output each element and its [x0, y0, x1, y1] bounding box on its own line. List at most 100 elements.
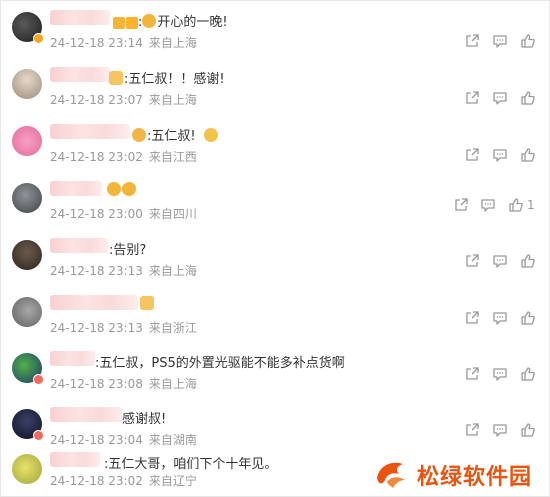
comment-item: : 开心的一晚! 24-12-18 23:14 来自上海	[1, 1, 550, 58]
username-redacted[interactable]	[50, 238, 108, 253]
share-icon[interactable]	[464, 422, 480, 438]
comment-meta: 24-12-18 23:02 来自江西	[50, 148, 197, 165]
watermark-text: 松绿软件园	[417, 465, 533, 490]
emoji-icon	[122, 182, 136, 196]
watermark-logo-icon	[377, 462, 405, 488]
comment-meta: 24-12-18 23:13 来自上海	[50, 262, 197, 279]
avatar[interactable]	[12, 126, 42, 156]
comment-meta: 24-12-18 23:08 来自上海	[50, 375, 197, 392]
comment-meta: 24-12-18 23:13 来自浙江	[50, 319, 197, 336]
emoji-icon	[132, 128, 146, 142]
thumbs-up-icon[interactable]	[520, 253, 536, 269]
comment-icon[interactable]	[492, 422, 508, 438]
comment-item: :五仁叔！！感谢! 24-12-18 23:07 来自上海	[1, 58, 550, 115]
comment-location: 来自上海	[148, 36, 197, 50]
comment-text	[140, 296, 155, 312]
comment-body: 告别?	[113, 243, 147, 258]
comment-body: 五仁大哥，咱们下个十年见。	[108, 457, 278, 472]
comment-body: 五仁叔!	[151, 129, 196, 144]
avatar[interactable]	[12, 454, 42, 484]
comment-location: 来自上海	[148, 93, 197, 107]
username-redacted[interactable]	[50, 67, 110, 82]
thumbs-up-icon[interactable]	[520, 33, 536, 49]
comment-body: 五仁叔！！感谢!	[128, 72, 225, 87]
comment-text: :五仁叔！！感谢!	[109, 68, 225, 87]
share-icon[interactable]	[464, 33, 480, 49]
comment-icon[interactable]	[492, 33, 508, 49]
username-redacted[interactable]	[50, 407, 122, 422]
comment-icon[interactable]	[480, 197, 496, 213]
share-icon[interactable]	[464, 90, 480, 106]
comment-meta: 24-12-18 23:02 来自辽宁	[50, 472, 197, 489]
comment-item: :五仁叔! 24-12-18 23:02 来自江西	[1, 115, 550, 172]
comment-item: :五仁叔，PS5的外置光驱能不能多补点货啊 24-12-18 23:08 来自上海	[1, 342, 550, 399]
comment-time: 24-12-18 23:02	[50, 150, 143, 164]
verified-badge-icon	[33, 374, 44, 385]
comment-meta: 24-12-18 23:00 来自四川	[50, 205, 197, 222]
comment-text: 感谢叔!	[122, 408, 166, 427]
share-icon[interactable]	[453, 197, 469, 213]
comment-location: 来自上海	[148, 377, 197, 391]
username-redacted[interactable]	[50, 452, 100, 467]
share-icon[interactable]	[464, 310, 480, 326]
comment-location: 来自浙江	[148, 321, 197, 335]
comment-time: 24-12-18 23:00	[50, 207, 143, 221]
thumbs-up-icon[interactable]	[520, 147, 536, 163]
thumbs-emoji-icon	[140, 296, 154, 310]
username-redacted[interactable]	[50, 351, 95, 366]
comment-item: 24-12-18 23:13 来自浙江	[1, 286, 550, 343]
share-icon[interactable]	[464, 253, 480, 269]
comment-body: 开心的一晚!	[157, 15, 228, 30]
comment-time: 24-12-18 23:13	[50, 321, 143, 335]
comment-location: 来自上海	[148, 264, 197, 278]
thumbs-emoji-icon	[109, 71, 123, 85]
thumbs-up-icon[interactable]	[520, 90, 536, 106]
comment-time: 24-12-18 23:14	[50, 36, 143, 50]
emoji-icon	[142, 14, 157, 28]
verified-badge-icon	[33, 33, 44, 44]
comment-meta: 24-12-18 23:14 来自上海	[50, 34, 197, 51]
thumbs-up-icon[interactable]	[520, 366, 536, 382]
username-redacted[interactable]	[50, 181, 102, 196]
comment-text: :五仁叔，PS5的外置光驱能不能多补点货啊	[95, 352, 345, 371]
comment-icon[interactable]	[492, 366, 508, 382]
avatar[interactable]	[12, 240, 42, 270]
comment-panel: : 开心的一晚! 24-12-18 23:14 来自上海 :五仁叔！！感谢! 24-…	[0, 0, 550, 497]
verified-badge-icon	[33, 430, 44, 441]
comment-meta: 24-12-18 23:07 来自上海	[50, 91, 197, 108]
comment-body: 感谢叔!	[122, 412, 167, 427]
username-redacted[interactable]	[50, 124, 130, 139]
comment-time: 24-12-18 23:08	[50, 377, 143, 391]
thumbs-up-icon[interactable]	[508, 197, 524, 213]
comment-text: :告别?	[109, 239, 146, 258]
username-redacted[interactable]	[50, 10, 110, 25]
avatar[interactable]	[12, 69, 42, 99]
comment-item: 24-12-18 23:00 来自四川 1	[1, 172, 550, 229]
comment-time: 24-12-18 23:13	[50, 264, 143, 278]
thumbs-up-icon[interactable]	[520, 422, 536, 438]
avatar[interactable]	[12, 183, 42, 213]
share-icon[interactable]	[464, 366, 480, 382]
share-icon[interactable]	[464, 147, 480, 163]
site-watermark: 松绿软件园	[373, 456, 543, 492]
username-redacted[interactable]	[50, 295, 138, 310]
comment-icon[interactable]	[492, 90, 508, 106]
vip-badge-icon	[111, 13, 138, 32]
comment-body: 五仁叔，PS5的外置光驱能不能多补点货啊	[99, 356, 345, 371]
thumbs-up-icon[interactable]	[520, 310, 536, 326]
comment-icon[interactable]	[492, 147, 508, 163]
comment-icon[interactable]	[492, 253, 508, 269]
comment-location: 来自辽宁	[148, 474, 197, 488]
comment-text	[107, 182, 137, 198]
comment-text: : 开心的一晚!	[138, 11, 228, 30]
comment-time: 24-12-18 23:02	[50, 474, 143, 488]
comment-icon[interactable]	[492, 310, 508, 326]
avatar[interactable]	[12, 297, 42, 327]
emoji-icon	[107, 182, 121, 196]
like-count: 1	[527, 198, 535, 212]
comment-text: :五仁叔!	[132, 125, 219, 144]
comment-item: :告别? 24-12-18 23:13 来自上海	[1, 229, 550, 286]
crying-emoji-icon	[203, 128, 218, 142]
comment-location: 来自四川	[148, 207, 197, 221]
comment-text: :五仁大哥，咱们下个十年见。	[104, 453, 277, 472]
